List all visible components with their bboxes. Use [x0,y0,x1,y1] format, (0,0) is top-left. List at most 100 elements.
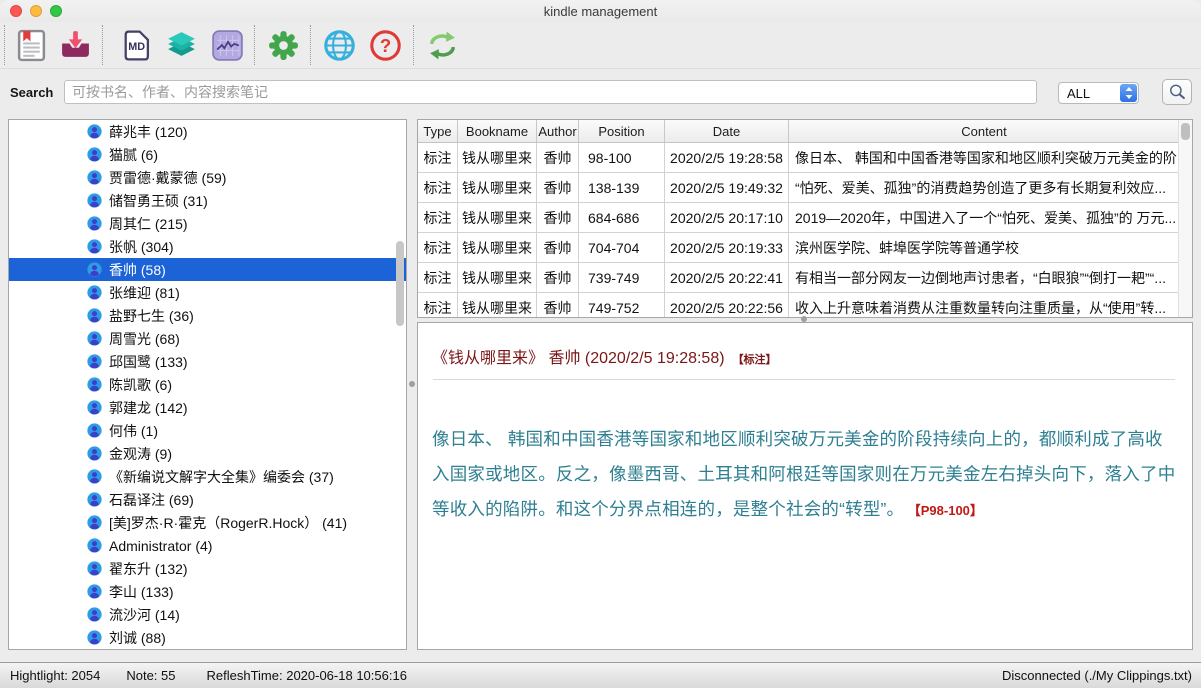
table-scrollbar-thumb[interactable] [1181,123,1190,140]
author-list-item[interactable]: [美]罗杰·R·霍克（RogerR.Hock） (41) [9,511,406,534]
author-list-item[interactable]: 何伟 (1) [9,419,406,442]
person-icon [87,607,102,622]
magnifier-icon [1168,83,1187,102]
cell-bookname: 钱从哪里来 [458,143,537,172]
table-row[interactable]: 标注钱从哪里来香帅138-1392020/2/5 19:49:32“怕死、爱美、… [418,173,1179,203]
author-label: 刘诚 (88) [109,628,166,648]
author-list-item[interactable]: 刘诚 (88) [9,626,406,649]
person-icon [87,216,102,231]
author-list-item[interactable]: 张帆 (304) [9,235,406,258]
author-list-item[interactable]: 贾雷德·戴蒙德 (59) [9,166,406,189]
column-header-bookname[interactable]: Bookname [458,120,537,142]
person-icon [87,331,102,346]
cell-date: 2020/2/5 19:49:32 [665,173,789,202]
author-list-item[interactable]: 张维迎 (81) [9,281,406,304]
column-header-content[interactable]: Content [789,120,1179,142]
search-label: Search [10,85,53,100]
clippings-table-pane: TypeBooknameAuthorPositionDateContent 标注… [417,119,1193,318]
author-list-pane: 薛兆丰 (120) 猫腻 (6) 贾雷德·戴蒙德 (59) 储智勇王硕 (31) [8,119,407,650]
statusbar: Hightlight: 2054 Note: 55 RefleshTime: 2… [0,662,1201,688]
import-button[interactable] [53,25,97,65]
website-button[interactable] [317,25,361,65]
close-button[interactable] [10,5,22,17]
author-list-item[interactable]: 香帅 (58) [9,258,406,281]
sync-icon [426,29,459,62]
cell-bookname: 钱从哪里来 [458,173,537,202]
author-list-item[interactable]: 流沙河 (14) [9,603,406,626]
cell-author: 香帅 [537,263,579,292]
author-label: 贾雷德·戴蒙德 (59) [109,168,226,188]
author-list-item[interactable]: Administrator (4) [9,534,406,557]
fullscreen-button[interactable] [50,5,62,17]
author-label: 李山 (133) [109,582,174,602]
statistics-button[interactable] [205,25,249,65]
notes-button[interactable] [9,25,53,65]
column-header-position[interactable]: Position [579,120,665,142]
author-label: 盐野七生 (36) [109,306,194,326]
vertical-splitter-handle[interactable] [409,381,415,387]
note-count: Note: 55 [126,668,175,683]
person-icon [87,262,102,277]
table-row[interactable]: 标注钱从哪里来香帅704-7042020/2/5 20:19:33滨州医学院、蚌… [418,233,1179,263]
author-list-item[interactable]: 周雪光 (68) [9,327,406,350]
note-position-tag: 【P98-100】 [914,503,983,518]
author-list-item[interactable]: 郭建龙 (142) [9,396,406,419]
author-label: 储智勇王硕 (31) [109,191,208,211]
author-list-item[interactable]: 猫腻 (6) [9,143,406,166]
author-list-item[interactable]: 陈凯歌 (6) [9,373,406,396]
cell-position: 749-752 [579,293,665,318]
author-label: 邱国鹭 (133) [109,352,188,372]
download-icon [59,29,92,62]
toolbar: MD [0,22,1201,68]
cell-type: 标注 [418,263,458,292]
author-list-item[interactable]: 石磊译注 (69) [9,488,406,511]
cell-type: 标注 [418,233,458,262]
column-header-date[interactable]: Date [665,120,789,142]
author-label: 金观涛 (9) [109,444,172,464]
settings-button[interactable] [261,25,305,65]
table-row[interactable]: 标注钱从哪里来香帅684-6862020/2/5 20:17:102019—20… [418,203,1179,233]
person-icon [87,147,102,162]
person-icon [87,193,102,208]
person-icon [87,423,102,438]
cell-author: 香帅 [537,203,579,232]
author-list-item[interactable]: 薛兆丰 (120) [9,120,406,143]
cell-bookname: 钱从哪里来 [458,233,537,262]
author-list-item[interactable]: 储智勇王硕 (31) [9,189,406,212]
author-list-item[interactable]: 盐野七生 (36) [9,304,406,327]
cell-position: 98-100 [579,143,665,172]
help-button[interactable]: ? [363,25,407,65]
author-list: 薛兆丰 (120) 猫腻 (6) 贾雷德·戴蒙德 (59) 储智勇王硕 (31) [9,120,406,649]
books-button[interactable] [159,25,203,65]
table-row[interactable]: 标注钱从哪里来香帅749-7522020/2/5 20:22:56收入上升意味着… [418,293,1179,318]
note-title-text: 《钱从哪里来》 香帅 (2020/2/5 19:28:58) [432,350,725,367]
md-file-icon: MD [119,29,152,62]
search-button[interactable] [1162,79,1192,105]
person-icon [87,630,102,645]
sidebar-scrollbar-thumb[interactable] [396,241,404,326]
author-list-item[interactable]: 李山 (133) [9,580,406,603]
table-row[interactable]: 标注钱从哪里来香帅98-1002020/2/5 19:28:58像日本、 韩国和… [418,143,1179,173]
cell-content: 收入上升意味着消费从注重数量转向注重质量，从“使用”转... [789,293,1179,318]
table-row[interactable]: 标注钱从哪里来香帅739-7492020/2/5 20:22:41有相当一部分网… [418,263,1179,293]
author-list-item[interactable]: 金观涛 (9) [9,442,406,465]
author-list-item[interactable]: 《新编说文解字大全集》编委会 (37) [9,465,406,488]
author-label: 薛兆丰 (120) [109,122,188,142]
search-input[interactable] [64,80,1037,104]
author-label: [美]罗杰·R·霍克（RogerR.Hock） (41) [109,513,347,533]
author-list-item[interactable]: 邱国鹭 (133) [9,350,406,373]
column-header-author[interactable]: Author [537,120,579,142]
refresh-button[interactable] [420,25,464,65]
app-window: kindle management [0,0,1201,688]
author-label: 张帆 (304) [109,237,174,257]
cell-date: 2020/2/5 20:17:10 [665,203,789,232]
table-scrollbar-track[interactable] [1178,120,1192,317]
column-header-type[interactable]: Type [418,120,458,142]
question-icon: ? [369,29,402,62]
author-list-item[interactable]: 翟东升 (132) [9,557,406,580]
filter-select[interactable]: ALL [1058,82,1139,104]
person-icon [87,377,102,392]
minimize-button[interactable] [30,5,42,17]
markdown-export-button[interactable]: MD [113,25,157,65]
author-list-item[interactable]: 周其仁 (215) [9,212,406,235]
